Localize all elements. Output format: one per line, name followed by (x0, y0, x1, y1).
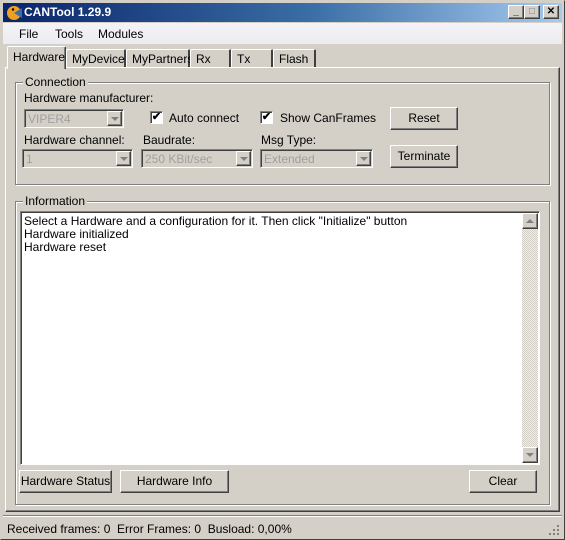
status-bar: Received frames: 0 Error Frames: 0 Buslo… (3, 515, 562, 538)
connection-group: Connection Hardware manufacturer: VIPER4… (15, 75, 550, 185)
hardware-manufacturer-label: Hardware manufacturer: (24, 91, 154, 105)
tab-bar: Hardware MyDevice MyPartners Rx Tx Flash (5, 46, 560, 69)
chevron-down-icon[interactable] (236, 151, 251, 166)
tab-rx[interactable]: Rx (190, 49, 231, 68)
minimize-icon: _ (513, 6, 519, 17)
resize-grip-icon[interactable] (548, 524, 560, 536)
information-log[interactable]: Select a Hardware and a configuration fo… (20, 211, 540, 465)
title-bar[interactable]: CANTool 1.29.9 _ □ ✕ (3, 3, 562, 22)
tab-flash[interactable]: Flash (273, 49, 316, 68)
close-button[interactable]: ✕ (543, 5, 559, 19)
connection-group-title: Connection (23, 75, 88, 89)
hardware-tab-panel: Connection Hardware manufacturer: VIPER4… (5, 67, 560, 512)
log-lines: Select a Hardware and a configuration fo… (24, 215, 407, 254)
chevron-down-icon[interactable] (107, 111, 122, 126)
auto-connect-checkbox[interactable]: ✔ (150, 111, 163, 124)
hardware-manufacturer-select[interactable]: VIPER4 (24, 109, 124, 128)
menu-file[interactable]: File (19, 27, 38, 41)
show-canframes-checkbox[interactable]: ✔ (260, 111, 273, 124)
menu-tools[interactable]: Tools (55, 27, 83, 41)
maximize-icon: □ (528, 6, 536, 17)
baudrate-select[interactable]: 250 KBit/sec (141, 149, 253, 168)
app-window: CANTool 1.29.9 _ □ ✕ File Tools Modules … (0, 0, 565, 540)
chevron-down-icon[interactable] (356, 151, 371, 166)
app-logo-icon (7, 6, 22, 20)
information-group: Information Select a Hardware and a conf… (15, 194, 550, 505)
hardware-manufacturer-value: VIPER4 (28, 112, 71, 126)
tab-mypartners[interactable]: MyPartners (126, 49, 193, 68)
hardware-channel-label: Hardware channel: (24, 133, 125, 147)
tab-tx[interactable]: Tx (231, 49, 273, 68)
baudrate-label: Baudrate: (143, 133, 196, 147)
status-text: Received frames: 0 Error Frames: 0 Buslo… (7, 522, 292, 536)
log-line: Hardware reset (24, 240, 107, 254)
hardware-channel-value: 1 (26, 152, 33, 166)
menu-modules[interactable]: Modules (98, 27, 143, 41)
window-title: CANTool 1.29.9 (24, 5, 112, 19)
terminate-button[interactable]: Terminate (390, 145, 458, 168)
scroll-up-arrow-icon[interactable] (522, 213, 538, 229)
show-canframes-label[interactable]: Show CanFrames (280, 111, 376, 125)
chevron-down-icon[interactable] (116, 151, 131, 166)
baudrate-value: 250 KBit/sec (145, 152, 213, 166)
reset-button[interactable]: Reset (390, 107, 458, 130)
scroll-down-arrow-icon[interactable] (522, 447, 538, 463)
hardware-channel-select[interactable]: 1 (22, 149, 133, 168)
information-group-title: Information (23, 194, 88, 208)
tab-mydevice[interactable]: MyDevice (66, 49, 126, 68)
maximize-button[interactable]: □ (524, 5, 540, 19)
auto-connect-label[interactable]: Auto connect (169, 111, 239, 125)
msg-type-value: Extended (264, 152, 315, 166)
msg-type-select[interactable]: Extended (260, 149, 373, 168)
msg-type-label: Msg Type: (261, 133, 317, 147)
close-icon: ✕ (546, 6, 556, 17)
vertical-scrollbar[interactable] (522, 213, 538, 463)
tab-hardware[interactable]: Hardware (7, 46, 66, 69)
hardware-status-button[interactable]: Hardware Status (19, 470, 112, 493)
clear-button[interactable]: Clear (469, 470, 537, 493)
minimize-button[interactable]: _ (508, 5, 524, 19)
hardware-info-button[interactable]: Hardware Info (120, 470, 229, 493)
menu-bar: File Tools Modules (3, 23, 562, 44)
